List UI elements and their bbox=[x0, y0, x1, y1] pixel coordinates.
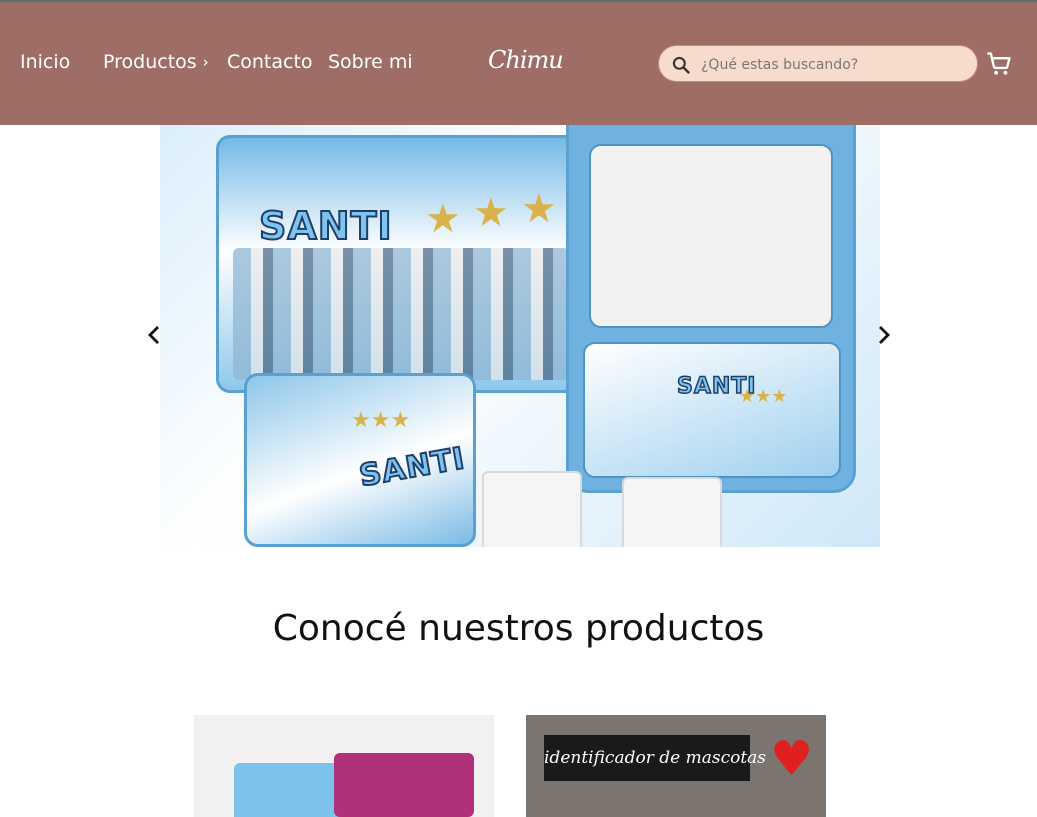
search-bar bbox=[658, 45, 978, 82]
mug-image-left bbox=[482, 471, 582, 547]
towel-area bbox=[589, 144, 833, 328]
hero-carousel: SANTI ★ ★ ★ SANTI ★★★ ★★★ SANTI bbox=[0, 125, 1037, 547]
site-header: Inicio Productos › Contacto Sobre mi Chim… bbox=[0, 2, 1037, 125]
heart-icon: ♥ bbox=[770, 731, 814, 787]
santi-text-coaster: SANTI bbox=[356, 440, 469, 495]
search-input[interactable] bbox=[699, 52, 963, 78]
nav-productos-label: Productos bbox=[103, 51, 197, 73]
product-card[interactable] bbox=[194, 715, 494, 817]
arrow-right-icon[interactable] bbox=[874, 323, 894, 347]
chevron-right-icon: › bbox=[202, 53, 209, 71]
carousel-slide-image: SANTI ★ ★ ★ SANTI ★★★ ★★★ SANTI bbox=[160, 125, 880, 547]
search-icon[interactable] bbox=[671, 55, 691, 75]
coaster-image: ★★★ SANTI bbox=[244, 373, 476, 547]
star-icon: ★ bbox=[473, 190, 509, 236]
products-section-title: Conocé nuestros productos bbox=[272, 608, 765, 649]
placemat-image: SANTI ★ ★ ★ bbox=[216, 135, 584, 393]
product-card-label: identificador de mascotas bbox=[544, 735, 766, 781]
product-card[interactable]: identificador de mascotas ♥ bbox=[526, 715, 826, 817]
towel-pocket: SANTI ★★★ bbox=[583, 342, 841, 478]
santi-text-main: SANTI bbox=[258, 203, 393, 249]
nav-productos[interactable]: Productos › bbox=[103, 50, 209, 74]
nav-contacto[interactable]: Contacto bbox=[227, 50, 313, 74]
nav-sobre-mi[interactable]: Sobre mi bbox=[328, 50, 413, 74]
towel-holder-image: SANTI ★★★ bbox=[566, 125, 856, 493]
star-icon: ★ bbox=[425, 196, 461, 242]
team-photo bbox=[233, 248, 569, 380]
star-icon: ★ bbox=[521, 186, 557, 232]
product-image-glitter bbox=[334, 753, 474, 817]
star-icon: ★★★ bbox=[351, 408, 411, 433]
brand-logo[interactable]: Chimu bbox=[488, 46, 564, 74]
mug-image-right bbox=[622, 477, 722, 547]
cart-icon[interactable] bbox=[985, 50, 1013, 78]
nav-inicio[interactable]: Inicio bbox=[20, 50, 70, 74]
star-icon: ★★★ bbox=[739, 386, 788, 407]
